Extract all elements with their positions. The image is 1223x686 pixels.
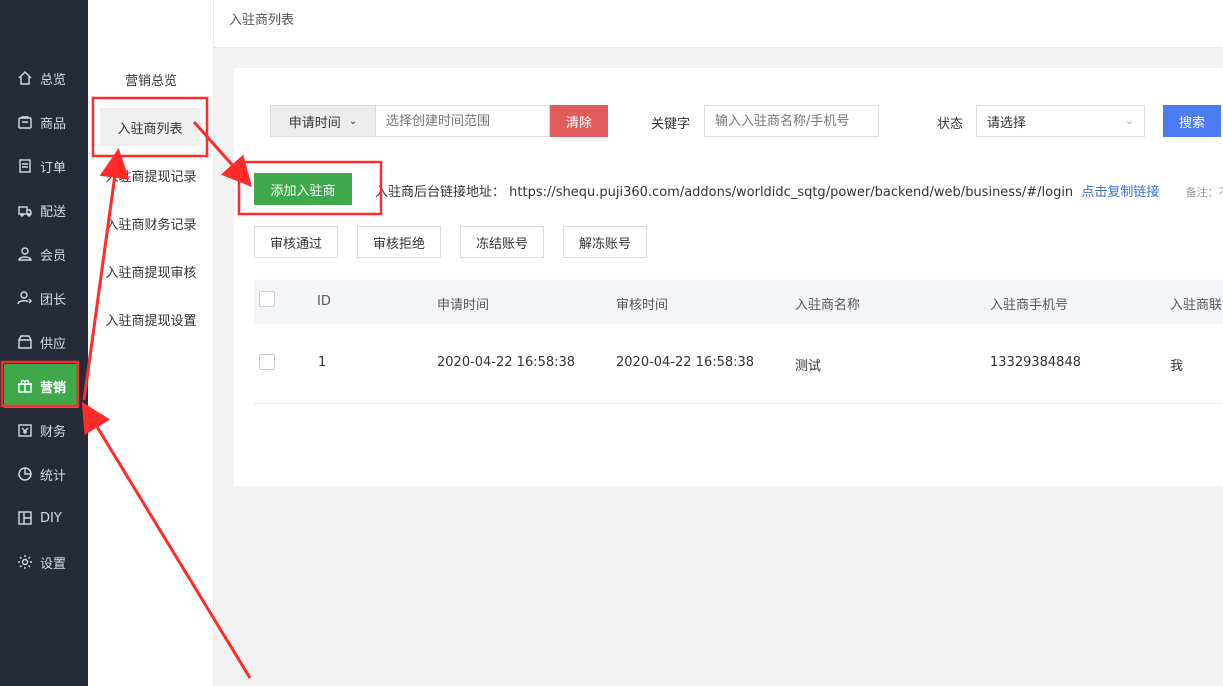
leader-icon: [16, 289, 34, 307]
subnav-item-withdraw-settings[interactable]: 入驻商提现设置: [88, 300, 214, 338]
subnav-item-withdraw-records[interactable]: 入驻商提现记录: [88, 156, 214, 194]
sidebar-item-label: 团长: [40, 292, 67, 308]
sidebar-item-marketing[interactable]: 营销: [4, 364, 78, 408]
sidebar-item-members[interactable]: 会员: [0, 232, 88, 276]
column-header: 申请时间: [437, 298, 490, 313]
sidebar-item-settings[interactable]: 设置: [0, 540, 88, 584]
cell-review-time: 2020-04-22 16:58:38: [616, 355, 755, 370]
cell-name: 测试: [795, 359, 822, 374]
select-all-checkbox[interactable]: [259, 291, 275, 307]
time-type-value: 申请时间: [288, 115, 341, 131]
cell-contact: 我: [1170, 359, 1184, 374]
keyword-input[interactable]: [704, 105, 879, 137]
status-select[interactable]: 请选择 ⌄: [976, 105, 1145, 137]
sidebar-item-orders[interactable]: 订单: [0, 144, 88, 188]
copy-link-button[interactable]: 点击复制链接: [1081, 185, 1159, 200]
subnav-item-marketing-overview[interactable]: 营销总览: [88, 60, 214, 98]
sidebar-item-leader[interactable]: 团长: [0, 276, 88, 320]
cell-id: 1: [318, 355, 327, 370]
chevron-down-icon: ⌄: [348, 115, 358, 127]
sidebar-item-supply[interactable]: 供应: [0, 320, 88, 364]
subnav-item-label: 入驻商财务记录: [105, 217, 197, 233]
chevron-down-icon: ⌄: [1124, 114, 1134, 127]
sidebar-item-label: 统计: [40, 468, 67, 484]
breadcrumb: 入驻商列表: [229, 13, 295, 28]
column-header: ID: [317, 294, 331, 309]
sidebar-item-stats[interactable]: 统计: [0, 452, 88, 496]
subnav-item-label: 入驻商提现设置: [105, 313, 197, 329]
subnav-item-label: 入驻商提现审核: [105, 265, 197, 281]
approve-button[interactable]: 审核通过: [254, 226, 338, 258]
time-type-select[interactable]: 申请时间 ⌄: [270, 105, 376, 137]
cell-apply-time: 2020-04-22 16:58:38: [437, 355, 576, 370]
sidebar-item-label: DIY: [40, 510, 62, 526]
delivery-icon: [16, 201, 34, 219]
clear-button[interactable]: 清除: [550, 105, 608, 137]
sidebar-item-delivery[interactable]: 配送: [0, 188, 88, 232]
top-header: 入驻商列表: [214, 0, 1223, 48]
sidebar-item-finance[interactable]: 财务: [0, 408, 88, 452]
sidebar-item-label: 营销: [40, 380, 67, 396]
row-checkbox[interactable]: [259, 354, 275, 370]
date-filter: 申请时间 ⌄ 清除: [270, 105, 608, 137]
column-header: 审核时间: [616, 298, 669, 313]
bag-icon: [16, 113, 34, 131]
table-row: 1 2020-04-22 16:58:38 2020-04-22 16:58:3…: [254, 324, 1223, 404]
date-range-input[interactable]: [376, 105, 550, 137]
subnav-item-withdraw-review[interactable]: 入驻商提现审核: [88, 252, 214, 290]
subnav-item-label: 入驻商提现记录: [105, 169, 197, 185]
cell-phone: 13329384848: [990, 355, 1081, 370]
column-header: 入驻商名称: [795, 298, 861, 313]
main-sidebar: 总览 商品 订单 配送 会员 团长 供应 营销 财务 统计 DIY 设置: [0, 0, 88, 686]
order-icon: [16, 157, 34, 175]
sidebar-item-diy[interactable]: DIY: [0, 496, 88, 540]
pie-chart-icon: [16, 465, 34, 483]
column-header: 入驻商手机号: [990, 298, 1069, 313]
layout-icon: [16, 509, 34, 527]
backend-link-row: 入驻商后台链接地址： https://shequ.puji360.com/add…: [375, 181, 1223, 200]
sidebar-item-label: 供应: [40, 336, 67, 352]
sidebar-item-label: 设置: [40, 556, 67, 572]
gear-icon: [16, 553, 34, 571]
freeze-button[interactable]: 冻结账号: [460, 226, 544, 258]
add-merchant-button[interactable]: 添加入驻商: [254, 173, 352, 205]
finance-icon: [16, 421, 34, 439]
backend-link-url: https://shequ.puji360.com/addons/worldid…: [509, 185, 1074, 200]
subnav-item-label: 入驻商列表: [117, 121, 183, 137]
subnav-item-merchant-list[interactable]: 入驻商列表: [100, 108, 200, 146]
sidebar-item-label: 商品: [40, 116, 67, 132]
sidebar-item-goods[interactable]: 商品: [0, 100, 88, 144]
sidebar-item-label: 总览: [40, 72, 67, 88]
table-header: ID 申请时间 审核时间 入驻商名称 入驻商手机号 入驻商联: [254, 280, 1223, 324]
search-button[interactable]: 搜索: [1163, 105, 1221, 137]
gift-icon: [16, 377, 34, 395]
subnav-item-label: 营销总览: [124, 73, 177, 89]
sidebar-item-overview[interactable]: 总览: [0, 56, 88, 100]
status-value: 请选择: [987, 115, 1027, 131]
note-text: 备注：不可: [1185, 186, 1223, 199]
unfreeze-button[interactable]: 解冻账号: [563, 226, 647, 258]
sidebar-item-label: 配送: [40, 204, 67, 220]
status-label: 状态: [937, 117, 964, 132]
sidebar-item-label: 财务: [40, 424, 67, 440]
sub-sidebar: 营销总览 入驻商列表 入驻商提现记录 入驻商财务记录 入驻商提现审核 入驻商提现…: [88, 0, 214, 686]
backend-link-label: 入驻商后台链接地址：: [375, 185, 506, 200]
user-icon: [16, 245, 34, 263]
home-icon: [16, 69, 34, 87]
sidebar-item-label: 会员: [40, 248, 67, 264]
subnav-item-finance-records[interactable]: 入驻商财务记录: [88, 204, 214, 242]
supply-icon: [16, 333, 34, 351]
reject-button[interactable]: 审核拒绝: [357, 226, 441, 258]
sidebar-item-label: 订单: [40, 160, 67, 176]
keyword-label: 关键字: [651, 117, 691, 132]
column-header: 入驻商联: [1170, 298, 1223, 313]
content-panel: 申请时间 ⌄ 清除 关键字 状态 请选择 ⌄ 搜索 添加入驻商 入驻商后台链接地…: [234, 68, 1223, 486]
